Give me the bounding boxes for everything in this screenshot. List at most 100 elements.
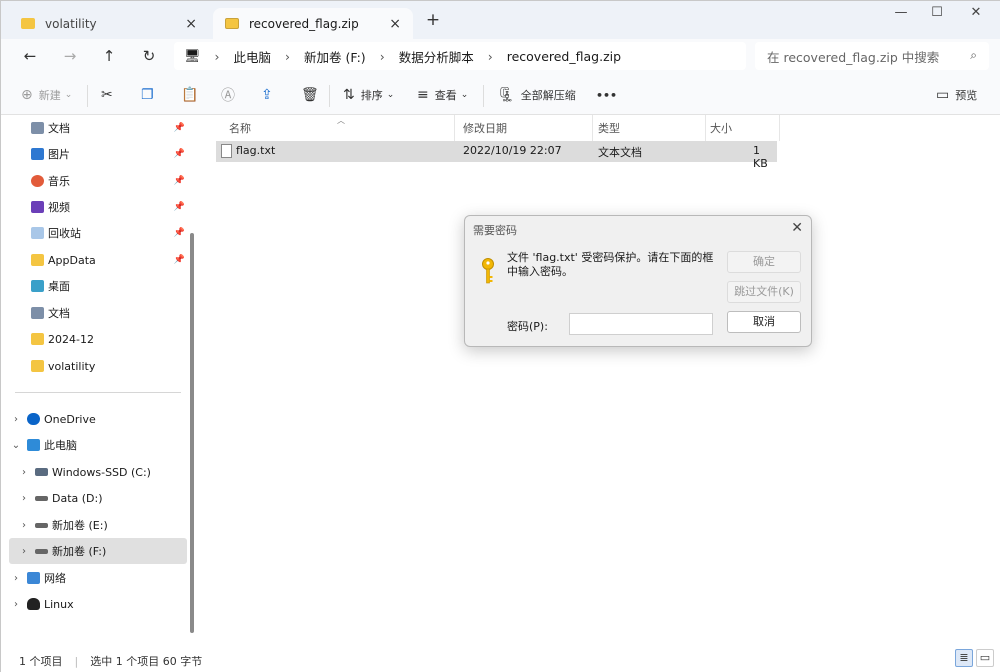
pin-icon: 📌 — [173, 202, 185, 212]
tree-item-drive-f[interactable]: › 新加卷 (F:) — [9, 538, 187, 564]
chevron-right-icon[interactable]: › — [9, 414, 23, 425]
sidebar-item-label: 2024-12 — [48, 332, 94, 346]
column-header-type[interactable]: 类型 — [598, 115, 706, 141]
view-button[interactable]: ≡ 查看 ⌄ — [417, 85, 468, 105]
breadcrumb-this-pc[interactable]: 此电脑 — [234, 47, 272, 66]
ok-button[interactable]: 确定 — [727, 251, 801, 273]
tree-item-label: 新加卷 (F:) — [52, 545, 107, 558]
tree-item-drive-d[interactable]: › Data (D:) — [9, 485, 187, 511]
document-icon — [31, 122, 44, 134]
close-window-button[interactable]: ✕ — [956, 5, 996, 25]
cloud-icon — [27, 413, 40, 425]
column-label: 大小 — [710, 122, 732, 135]
refresh-button[interactable]: ↻ — [138, 47, 160, 67]
search-icon: ⌕ — [970, 48, 977, 62]
tab-volatility[interactable]: volatility × — [9, 8, 209, 39]
up-button[interactable]: ↑ — [98, 47, 120, 67]
music-icon — [31, 175, 44, 187]
cancel-button[interactable]: 取消 — [727, 311, 801, 333]
tab-recovered-flag-zip[interactable]: recovered_flag.zip × — [213, 8, 413, 39]
sidebar-item-recycle-bin[interactable]: 回收站 📌 — [9, 220, 187, 246]
close-tab-icon[interactable]: × — [389, 16, 401, 32]
share-icon: ⇪ — [261, 87, 273, 103]
chevron-right-icon[interactable]: › — [9, 573, 23, 584]
more-options-button[interactable]: ••• — [596, 85, 617, 105]
drive-icon — [35, 522, 48, 528]
extract-all-button[interactable]: 🗜 全部解压缩 — [497, 85, 576, 105]
dialog-close-button[interactable]: ✕ — [791, 220, 803, 236]
tree-item-onedrive[interactable]: › OneDrive — [9, 406, 187, 432]
pin-icon: 📌 — [173, 176, 185, 186]
tree-item-linux[interactable]: › Linux — [9, 591, 187, 617]
breadcrumb[interactable]: 🖥 › 此电脑 › 新加卷 (F:) › 数据分析脚本 › recovered_… — [174, 42, 746, 70]
tab-label: recovered_flag.zip — [249, 16, 359, 31]
sidebar-item-appdata[interactable]: AppData 📌 — [9, 247, 187, 273]
breadcrumb-drive-f[interactable]: 新加卷 (F:) — [304, 47, 366, 66]
tiles-view-button[interactable]: ▭ — [976, 649, 994, 667]
sidebar-item-pictures[interactable]: 图片 📌 — [9, 141, 187, 167]
sidebar-scrollbar[interactable] — [190, 233, 194, 633]
search-placeholder: 在 recovered_flag.zip 中搜索 — [767, 49, 940, 65]
back-button[interactable]: ← — [19, 47, 41, 67]
maximize-button[interactable]: ☐ — [917, 5, 957, 25]
breadcrumb-zip[interactable]: recovered_flag.zip — [507, 49, 621, 64]
search-input[interactable]: 在 recovered_flag.zip 中搜索 ⌕ — [755, 42, 989, 70]
item-count: 1 个项目 — [19, 655, 63, 668]
sort-button[interactable]: ⇅ 排序 ⌄ — [343, 85, 394, 105]
column-header-size[interactable]: 大小 — [710, 115, 780, 141]
tree-item-drive-c[interactable]: › Windows-SSD (C:) — [9, 459, 187, 485]
folder-icon — [31, 254, 44, 266]
breadcrumb-scripts-folder[interactable]: 数据分析脚本 — [399, 47, 474, 66]
sidebar-item-desktop[interactable]: 桌面 — [9, 273, 187, 299]
pictures-icon — [31, 148, 44, 160]
sidebar-item-documents[interactable]: 文档 📌 — [9, 115, 187, 141]
table-row[interactable]: flag.txt 2022/10/19 22:07 文本文档 1 KB — [216, 141, 777, 170]
column-header-name[interactable]: 名称 ︿ — [229, 115, 455, 141]
paste-icon: 📋 — [181, 87, 199, 103]
delete-button[interactable]: 🗑 — [301, 85, 325, 105]
column-header-modified[interactable]: 修改日期 — [463, 115, 593, 141]
sidebar-item-label: 文档 — [48, 122, 70, 135]
view-label: 查看 — [434, 89, 457, 102]
chevron-right-icon[interactable]: › — [17, 467, 31, 478]
rename-button[interactable]: Ⓐ — [221, 85, 241, 105]
sidebar-item-documents-2[interactable]: 文档 — [9, 300, 187, 326]
tree-item-network[interactable]: › 网络 — [9, 565, 187, 591]
cut-button[interactable]: ✂ — [101, 85, 119, 105]
column-label: 名称 — [229, 122, 251, 135]
sidebar-item-music[interactable]: 音乐 📌 — [9, 168, 187, 194]
status-separator: | — [74, 654, 79, 668]
details-view-button[interactable]: ≣ — [955, 649, 973, 667]
breadcrumb-separator: › — [285, 48, 291, 64]
share-button[interactable]: ⇪ — [261, 85, 279, 105]
sidebar-item-volatility[interactable]: volatility — [9, 353, 187, 379]
computer-icon: 🖥 — [184, 48, 201, 64]
password-input[interactable] — [569, 313, 713, 335]
chevron-right-icon[interactable]: › — [17, 520, 31, 531]
tree-item-this-pc[interactable]: ⌄ 此电脑 — [9, 432, 187, 458]
new-tab-button[interactable]: + — [423, 10, 443, 30]
tree-item-drive-e[interactable]: › 新加卷 (E:) — [9, 512, 187, 538]
copy-button[interactable]: ❐ — [141, 85, 160, 105]
chevron-right-icon[interactable]: › — [17, 546, 31, 557]
sidebar-item-2024-12[interactable]: 2024-12 — [9, 326, 187, 352]
paste-button[interactable]: 📋 — [181, 85, 204, 105]
sidebar-item-videos[interactable]: 视频 📌 — [9, 194, 187, 220]
minimize-button[interactable]: — — [881, 5, 921, 25]
file-size: 1 KB — [753, 144, 768, 170]
chevron-right-icon[interactable]: › — [17, 493, 31, 504]
navigation-pane: 文档 📌 图片 📌 音乐 📌 视频 📌 回收站 📌 AppData 📌 桌面 文… — [1, 115, 199, 649]
forward-button[interactable]: → — [59, 47, 81, 67]
dialog-message: 文件 'flag.txt' 受密码保护。请在下面的框中输入密码。 — [507, 251, 714, 278]
text-file-icon — [221, 144, 232, 158]
close-tab-icon[interactable]: × — [185, 16, 197, 32]
sidebar-item-label: 文档 — [48, 307, 70, 320]
skip-file-button[interactable]: 跳过文件(K) — [727, 281, 801, 303]
chevron-down-icon[interactable]: ⌄ — [9, 440, 23, 451]
chevron-right-icon[interactable]: › — [9, 599, 23, 610]
preview-pane-button[interactable]: ▭ 预览 — [936, 85, 977, 105]
breadcrumb-separator: › — [379, 48, 385, 64]
preview-pane-icon: ▭ — [936, 87, 950, 103]
new-button[interactable]: ⊕ 新建 ⌄ — [21, 85, 72, 105]
tab-label: volatility — [45, 16, 97, 31]
